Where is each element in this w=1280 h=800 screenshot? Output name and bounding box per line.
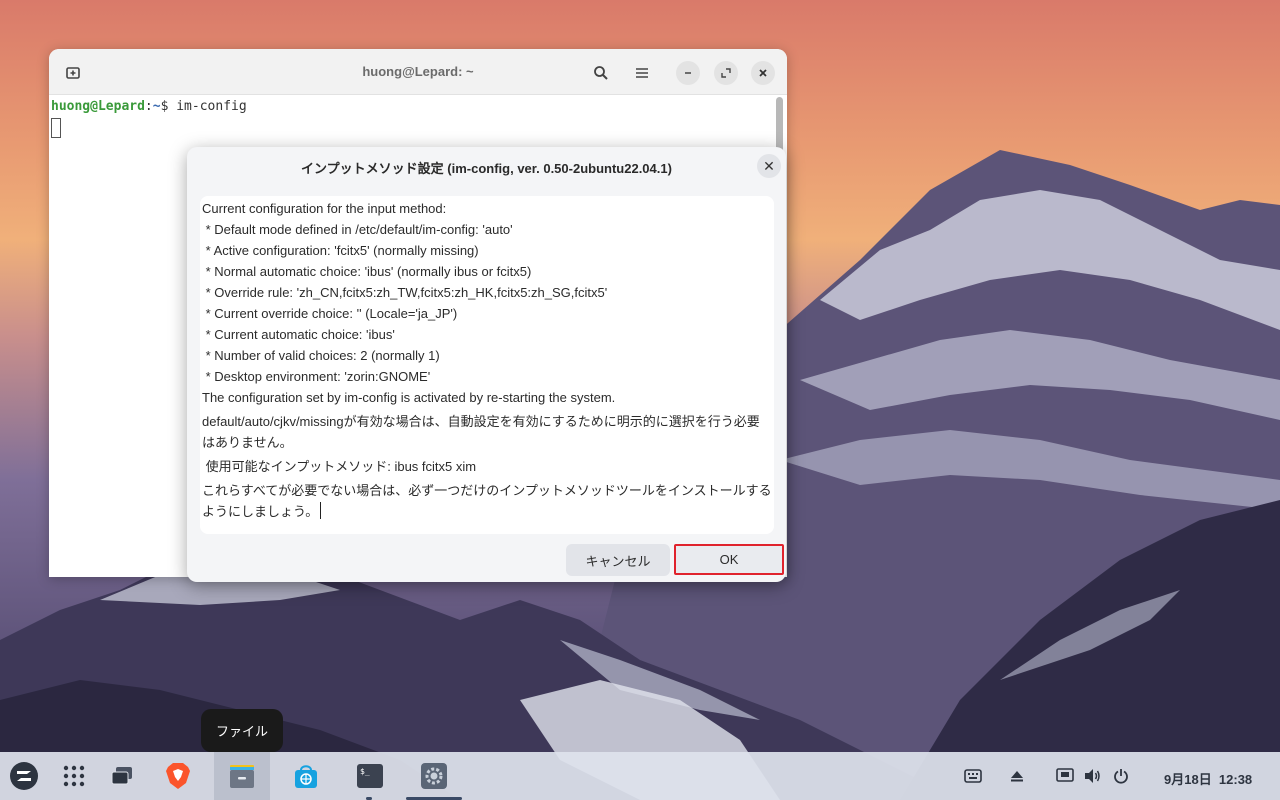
config-line: * Normal automatic choice: 'ibus' (norma… [202, 264, 532, 279]
close-icon: ✕ [763, 157, 775, 174]
maximize-icon[interactable] [714, 61, 738, 85]
config-line: * Number of valid choices: 2 (normally 1… [202, 348, 440, 363]
files-tooltip: ファイル [201, 709, 283, 752]
config-line: * Active configuration: 'fcitx5' (normal… [202, 243, 479, 258]
terminal-command: im-config [176, 99, 247, 114]
settings-app-icon[interactable] [414, 756, 454, 796]
terminal-prompt-line: huong@Lepard:~$ im-config [51, 99, 785, 114]
workspaces-icon[interactable] [102, 756, 142, 796]
power-icon[interactable] [1111, 766, 1131, 786]
config-line: * Current override choice: '' (Locale='j… [202, 306, 458, 321]
dialog-message-text[interactable]: Current configuration for the input meth… [200, 196, 774, 534]
config-line: * Override rule: 'zh_CN,fcitx5:zh_TW,fci… [202, 285, 608, 300]
terminal-app-icon[interactable]: $_ [350, 756, 390, 796]
zorin-menu-icon[interactable] [4, 756, 44, 796]
ok-button[interactable]: OK [674, 544, 784, 575]
app-grid-icon[interactable] [54, 756, 94, 796]
minimize-icon[interactable] [676, 61, 700, 85]
config-line: Current configuration for the input meth… [202, 201, 447, 216]
volume-icon[interactable] [1083, 766, 1103, 786]
dialog-title: インプットメソッド設定 (im-config, ver. 0.50-2ubunt… [301, 161, 672, 176]
config-line: * Current automatic choice: 'ibus' [202, 327, 395, 342]
terminal-output[interactable]: huong@Lepard:~$ im-config [49, 95, 787, 146]
wired-network-icon[interactable] [1055, 766, 1075, 786]
clock[interactable]: 9月18日 12:38 [1164, 769, 1252, 788]
files-app-icon[interactable] [222, 756, 262, 796]
keyboard-icon[interactable] [963, 766, 983, 786]
cancel-button[interactable]: キャンセル [566, 544, 670, 576]
config-line: * Desktop environment: 'zorin:GNOME' [202, 369, 431, 384]
eject-icon[interactable] [1007, 766, 1027, 786]
text-cursor [320, 502, 322, 519]
missing-note-paragraph: default/auto/cjkv/missingが有効な場合は、自動設定を有効… [202, 414, 760, 450]
install-advice-paragraph: これらすべてが必要でない場合は、必ず一つだけのインプットメソッドツールをインスト… [202, 480, 772, 522]
prompt-path: ~ [152, 99, 161, 114]
brave-browser-icon[interactable] [158, 756, 198, 796]
im-config-dialog: インプットメソッド設定 (im-config, ver. 0.50-2ubunt… [187, 147, 786, 582]
config-line: The configuration set by im-config is ac… [202, 390, 616, 405]
taskbar: $_ 9月18日 12:38 [0, 752, 1280, 800]
close-icon[interactable] [751, 61, 775, 85]
terminal-header-bar[interactable]: huong@Lepard: ~ [49, 49, 787, 95]
install-advice-text: これらすべてが必要でない場合は、必ず一つだけのインプットメソッドツールをインスト… [202, 483, 772, 519]
svg-text:$_: $_ [360, 767, 370, 776]
dialog-close-button[interactable]: ✕ [757, 154, 781, 178]
prompt-symbol: $ [160, 99, 177, 114]
config-line: * Default mode defined in /etc/default/i… [202, 222, 513, 237]
prompt-user: huong@Lepard [51, 99, 145, 114]
prompt-separator: : [144, 99, 153, 114]
software-store-icon[interactable] [286, 756, 326, 796]
terminal-cursor [51, 118, 61, 138]
search-icon[interactable] [589, 61, 613, 85]
hamburger-menu-icon[interactable] [630, 61, 654, 85]
available-methods-paragraph: 使用可能なインプットメソッド: ibus fcitx5 xim [202, 459, 477, 474]
